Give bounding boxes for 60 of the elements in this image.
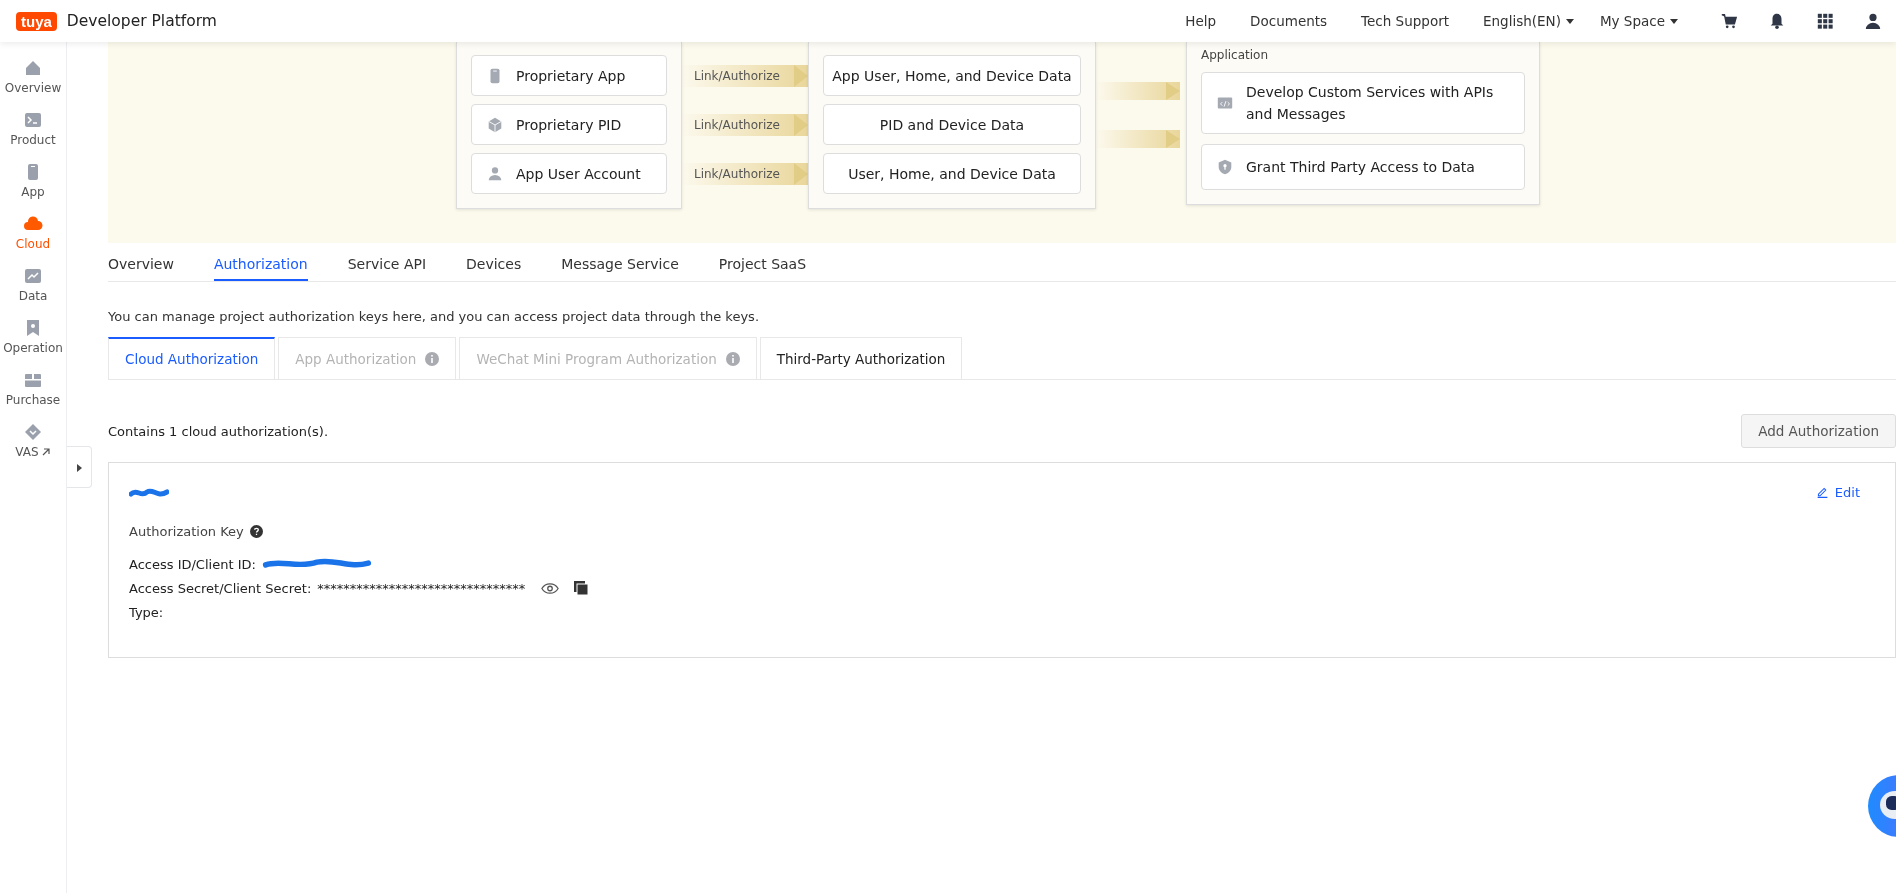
cube-icon bbox=[486, 115, 504, 134]
sidebar-item[interactable]: Overview bbox=[4, 81, 62, 95]
eye-icon[interactable] bbox=[541, 581, 560, 595]
header-link[interactable]: Help bbox=[1185, 13, 1217, 29]
data-node: PID and Device Data bbox=[823, 104, 1081, 145]
tab[interactable]: Message Service bbox=[561, 256, 679, 281]
bell-icon[interactable] bbox=[1768, 12, 1786, 30]
info-icon bbox=[425, 351, 440, 366]
tab[interactable]: Overview bbox=[108, 256, 174, 281]
caret-icon bbox=[1670, 18, 1678, 24]
platform-title: Developer Platform bbox=[66, 12, 217, 30]
source-node: Proprietary App bbox=[471, 55, 667, 96]
source-node: Proprietary PID bbox=[471, 104, 667, 145]
sidebar-item[interactable]: App bbox=[21, 185, 45, 199]
data-node: App User, Home, and Device Data bbox=[823, 55, 1081, 96]
field-label: Access ID/Client ID: bbox=[129, 556, 256, 572]
tab[interactable]: Service API bbox=[347, 256, 427, 281]
field-value: ******************************** bbox=[317, 580, 526, 596]
source-node: App User Account bbox=[471, 153, 667, 194]
tab[interactable]: Project SaaS bbox=[718, 256, 807, 281]
application-node: Grant Third Party Access to Data bbox=[1201, 144, 1525, 190]
section-title: Authorization Key bbox=[129, 524, 244, 539]
cart-icon[interactable] bbox=[1720, 12, 1738, 30]
help-icon bbox=[249, 525, 263, 538]
sidebar-item[interactable]: Product bbox=[10, 133, 56, 147]
apps-grid-icon[interactable] bbox=[1816, 12, 1834, 30]
sidebar-item[interactable]: Purchase bbox=[5, 393, 61, 407]
shield-icon bbox=[1216, 158, 1234, 176]
diamond-icon[interactable] bbox=[23, 422, 43, 442]
tab[interactable]: Authorization bbox=[213, 256, 308, 281]
sub-tab[interactable]: Third-Party Authorization bbox=[759, 337, 963, 379]
pencil-icon bbox=[1815, 486, 1829, 499]
space-dropdown[interactable]: My Space bbox=[1599, 13, 1678, 29]
sidebar-item[interactable]: VAS bbox=[15, 445, 51, 459]
sidebar-item[interactable]: Data bbox=[18, 289, 48, 303]
description-text: You can manage project authorization keys here, and you can access project data through the keys. bbox=[108, 309, 761, 324]
sidebar-expand-button[interactable] bbox=[67, 446, 92, 488]
terminal-icon[interactable] bbox=[23, 110, 43, 130]
count-text: Contains 1 cloud authorization(s). bbox=[108, 423, 329, 439]
caret-icon bbox=[1565, 18, 1574, 24]
tab[interactable]: Devices bbox=[466, 256, 522, 281]
field-label: Type: bbox=[129, 604, 164, 620]
external-link-icon bbox=[40, 447, 51, 457]
header-link[interactable]: Documents bbox=[1250, 13, 1328, 29]
application-node: Develop Custom Services with APIs and Messages bbox=[1201, 72, 1525, 134]
home-icon[interactable] bbox=[23, 58, 43, 78]
chart-icon[interactable] bbox=[23, 266, 43, 286]
language-dropdown[interactable]: English(EN) bbox=[1483, 13, 1574, 29]
user-icon[interactable] bbox=[1864, 12, 1882, 30]
copy-icon[interactable] bbox=[573, 580, 590, 596]
sub-tab[interactable]: Cloud Authorization bbox=[108, 337, 276, 379]
panel-title: Application bbox=[1201, 48, 1270, 62]
user-icon bbox=[486, 164, 504, 183]
add-authorization-button[interactable]: Add Authorization bbox=[1741, 414, 1896, 448]
data-node: User, Home, and Device Data bbox=[823, 153, 1081, 194]
header-link[interactable]: Tech Support bbox=[1361, 13, 1449, 29]
sidebar-item[interactable]: Operation bbox=[3, 341, 63, 355]
field-label: Access Secret/Client Secret: bbox=[129, 580, 312, 596]
info-icon bbox=[725, 351, 740, 366]
edit-button[interactable]: Edit bbox=[1815, 485, 1875, 500]
